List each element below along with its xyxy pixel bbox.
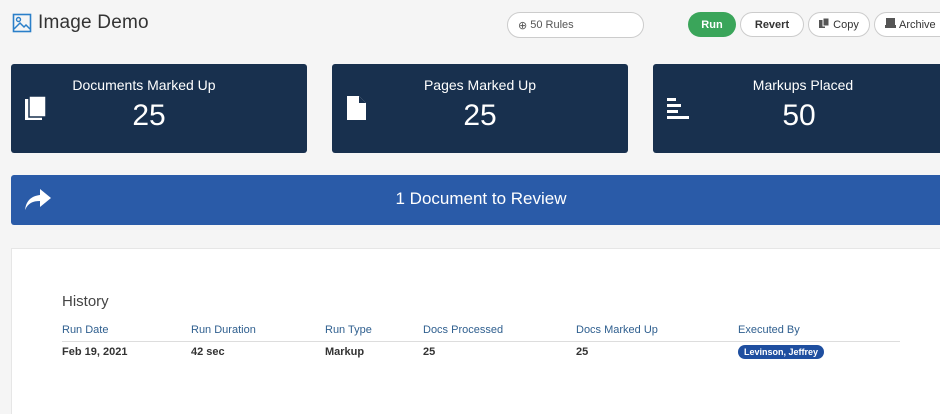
- archive-label: Archive: [899, 18, 936, 31]
- cell-run-date: Feb 19, 2021: [62, 346, 128, 359]
- archive-button[interactable]: Archive: [874, 12, 940, 37]
- cell-docs-marked-up: 25: [576, 346, 589, 359]
- history-table: Run Date Run Duration Run Type Docs Proc…: [62, 319, 900, 363]
- column-header-run-type[interactable]: Run Type: [325, 319, 423, 342]
- table-header-row: Run Date Run Duration Run Type Docs Proc…: [62, 319, 900, 342]
- copy-icon: [819, 17, 830, 31]
- download-circle-icon: ⊕: [518, 19, 528, 32]
- user-badge[interactable]: Levinson, Jeffrey: [738, 345, 825, 360]
- cell-executed-by: Levinson, Jeffrey: [738, 341, 900, 363]
- stat-card-markups: Markups Placed 50: [653, 64, 940, 153]
- column-header-run-duration[interactable]: Run Duration: [191, 319, 325, 342]
- page-title: Image Demo: [38, 12, 149, 33]
- rules-button[interactable]: ⊕ 50 Rules: [507, 12, 644, 38]
- history-title: History: [62, 293, 109, 310]
- run-button[interactable]: Run: [688, 12, 736, 37]
- table-row[interactable]: Feb 19, 2021 42 sec Markup 25 25 Levinso…: [62, 341, 900, 363]
- copy-label: Copy: [833, 18, 859, 31]
- header: Image Demo ⊕ 50 Rules Run Revert Copy Ar…: [0, 0, 940, 50]
- column-header-docs-marked-up[interactable]: Docs Marked Up: [576, 319, 738, 342]
- revert-button[interactable]: Revert: [740, 12, 804, 37]
- stat-label: Documents Marked Up: [72, 77, 216, 93]
- rules-label: 50 Rules: [530, 19, 574, 31]
- column-header-executed-by[interactable]: Executed By: [738, 319, 900, 342]
- archive-icon: [885, 18, 896, 31]
- title-wrap: Image Demo: [12, 12, 149, 34]
- stat-value: 25: [132, 99, 166, 132]
- column-header-run-date[interactable]: Run Date: [62, 319, 191, 342]
- review-banner[interactable]: 1 Document to Review: [11, 175, 940, 225]
- stat-value: 50: [782, 99, 816, 132]
- copy-button[interactable]: Copy: [808, 12, 870, 37]
- cell-docs-processed: 25: [423, 346, 436, 359]
- stat-label: Markups Placed: [752, 77, 854, 93]
- stat-card-documents: Documents Marked Up 25: [11, 64, 307, 153]
- stat-label: Pages Marked Up: [423, 77, 537, 93]
- stat-card-pages: Pages Marked Up 25: [332, 64, 628, 153]
- cell-run-duration: 42 sec: [191, 346, 225, 359]
- column-header-docs-processed[interactable]: Docs Processed: [423, 319, 576, 342]
- history-panel: History Run Date Run Duration Run Type D…: [11, 248, 940, 414]
- image-icon: [12, 13, 32, 33]
- review-label: 1 Document to Review: [395, 189, 567, 208]
- cell-run-type: Markup: [325, 346, 365, 359]
- stat-value: 25: [463, 99, 497, 132]
